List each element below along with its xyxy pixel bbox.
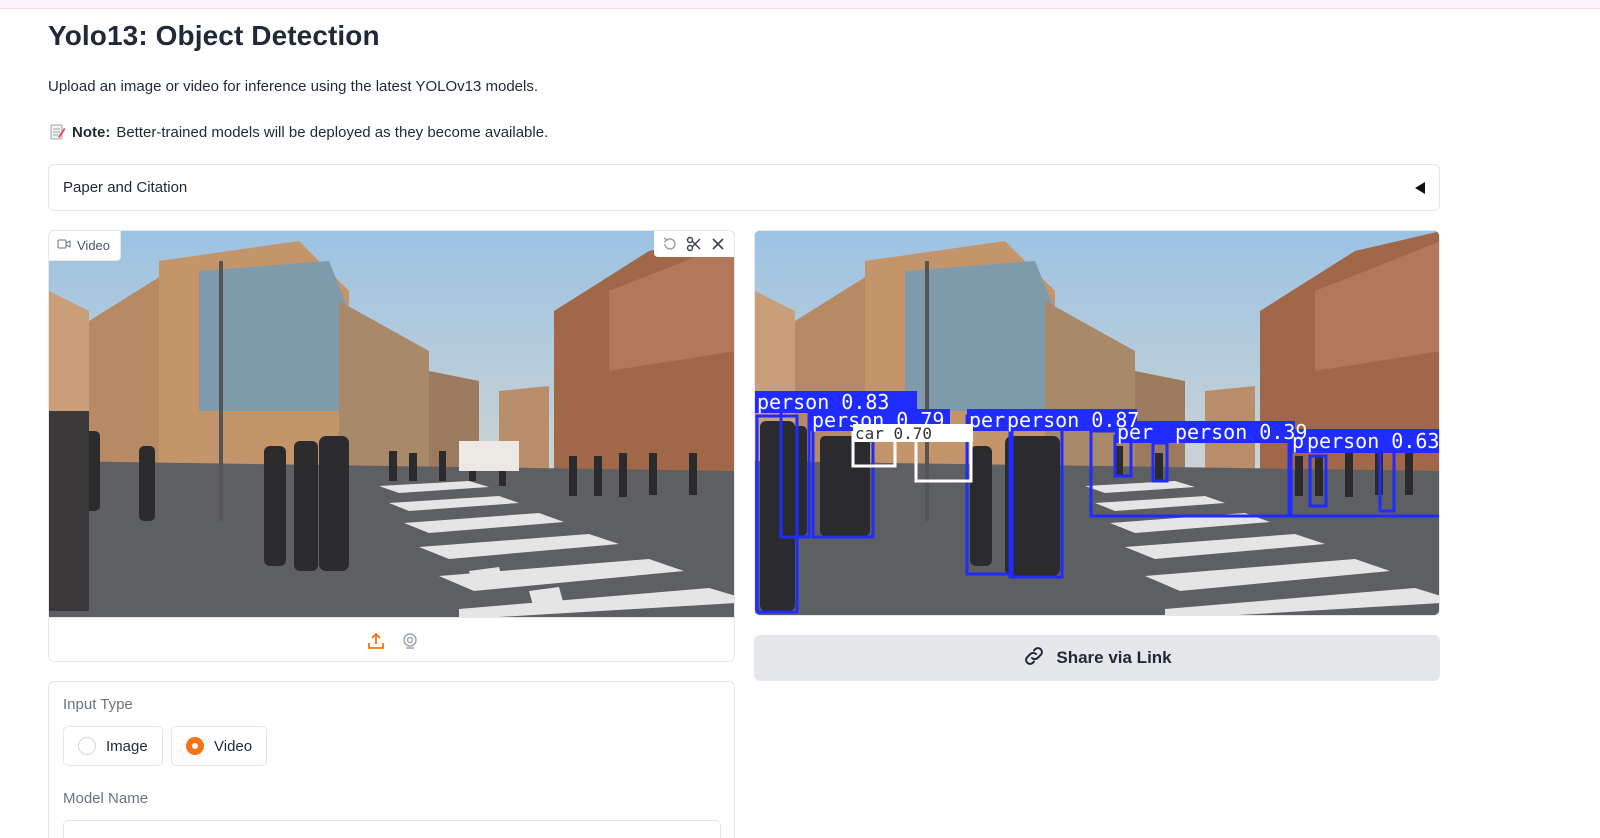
input-video-panel: Video — [48, 230, 735, 662]
model-name-dropdown[interactable] — [63, 820, 721, 838]
svg-text:per: per — [969, 408, 1005, 432]
input-video-frame — [49, 231, 734, 617]
share-via-link-button[interactable]: Share via Link — [754, 635, 1440, 681]
radio-video[interactable]: Video — [171, 726, 268, 766]
note-label: Note: — [72, 123, 111, 141]
page-description: Upload an image or video for inference u… — [48, 78, 539, 95]
video-toolbar — [654, 231, 734, 257]
output-video-frame: person 0.83 person 0.79 person 0.87 pers… — [755, 231, 1439, 615]
detection-label: person 0.39 — [1175, 420, 1307, 444]
video-badge: Video — [49, 231, 122, 261]
detection-label: car 0.70 — [855, 424, 932, 443]
video-source-bar — [49, 617, 734, 661]
page-title: Yolo13: Object Detection — [48, 20, 380, 51]
model-name-label: Model Name — [63, 790, 149, 807]
radio-video-label: Video — [214, 737, 253, 755]
radio-image-label: Image — [106, 737, 148, 755]
caret-left-icon — [1415, 181, 1425, 194]
video-camera-icon — [57, 238, 71, 253]
radio-image[interactable]: Image — [63, 726, 163, 766]
close-icon[interactable] — [709, 235, 727, 253]
video-badge-label: Video — [77, 238, 111, 253]
detection-label: person 0.63 — [1307, 429, 1439, 453]
note-text: Better-trained models will be deployed a… — [116, 123, 549, 141]
scissors-icon[interactable] — [685, 235, 703, 253]
link-icon — [1022, 644, 1046, 673]
undo-icon[interactable] — [661, 235, 679, 253]
memo-icon — [48, 123, 66, 141]
top-strip — [0, 0, 1600, 9]
settings-form: Input Type Image Video Model Name — [48, 681, 735, 838]
output-video-panel[interactable]: person 0.83 person 0.79 person 0.87 pers… — [754, 230, 1440, 616]
accordion-label: Paper and Citation — [63, 179, 188, 196]
radio-image-dot[interactable] — [78, 737, 96, 755]
svg-text:p: p — [1292, 429, 1304, 453]
input-type-label: Input Type — [63, 696, 133, 713]
upload-icon[interactable] — [366, 631, 386, 651]
note: Note: Better-trained models will be depl… — [48, 123, 548, 141]
webcam-icon[interactable] — [400, 631, 420, 651]
radio-video-dot[interactable] — [186, 737, 204, 755]
svg-text:per: per — [1117, 420, 1153, 444]
paper-citation-accordion[interactable]: Paper and Citation — [48, 164, 1440, 211]
share-label: Share via Link — [1056, 648, 1172, 667]
input-video[interactable] — [49, 231, 734, 617]
